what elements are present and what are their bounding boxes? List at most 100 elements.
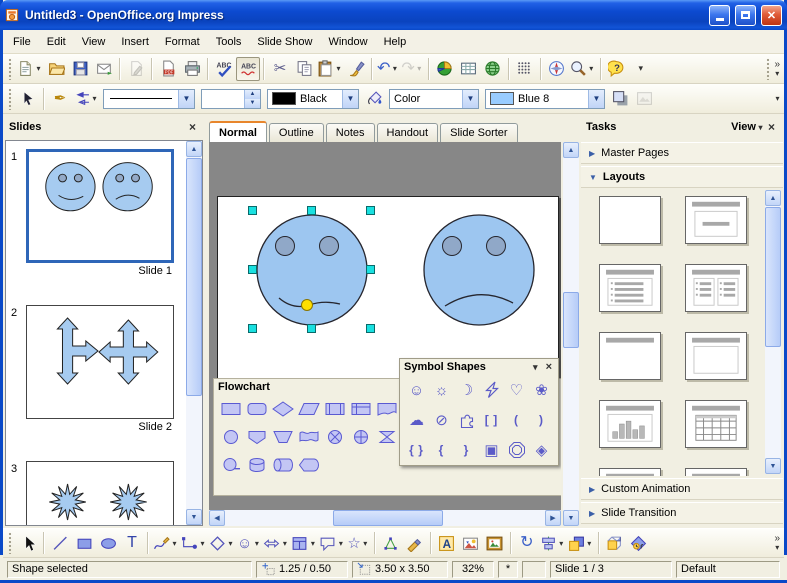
block-arrows-button[interactable]: ▾ bbox=[262, 531, 290, 555]
insert-table-button[interactable] bbox=[457, 57, 481, 81]
flower-shape-button[interactable]: ❀ bbox=[529, 376, 554, 404]
sun-shape-button[interactable]: ☼ bbox=[429, 376, 454, 404]
scroll-thumb[interactable] bbox=[765, 207, 781, 347]
internal-storage-shape-button[interactable] bbox=[348, 396, 374, 422]
scroll-up-button[interactable]: ▲ bbox=[765, 190, 781, 206]
connector-shape-button[interactable] bbox=[218, 424, 244, 450]
send-email-button[interactable] bbox=[92, 57, 116, 81]
scroll-down-button[interactable]: ▼ bbox=[765, 458, 781, 474]
chevron-down-icon[interactable]: ▾ bbox=[198, 539, 207, 548]
menu-file[interactable]: File bbox=[5, 33, 39, 51]
print-button[interactable] bbox=[180, 57, 204, 81]
magnetic-disk-shape-button[interactable] bbox=[244, 452, 270, 478]
spin-down-icon[interactable]: ▼ bbox=[245, 99, 260, 108]
scroll-thumb[interactable] bbox=[563, 292, 579, 348]
off-page-connector-shape-button[interactable] bbox=[244, 424, 270, 450]
toolbar-options-icon[interactable]: ▾ bbox=[773, 94, 782, 103]
layout-title-table[interactable] bbox=[685, 400, 747, 448]
fill-type-combo[interactable]: Color ▼ bbox=[389, 89, 479, 109]
interaction-button[interactable] bbox=[627, 531, 651, 555]
layouts-scrollbar[interactable]: ▲ ▼ bbox=[765, 190, 781, 474]
manual-operation-shape-button[interactable] bbox=[270, 424, 296, 450]
slides-scrollbar[interactable]: ▲ ▼ bbox=[186, 141, 202, 525]
layout-blank[interactable] bbox=[599, 196, 661, 244]
canvas-hscrollbar[interactable]: ◀ ▶ bbox=[209, 510, 561, 526]
chevron-down-icon[interactable]: ▾ bbox=[585, 539, 594, 548]
auto-spellcheck-button[interactable]: ABC bbox=[236, 57, 260, 81]
line-color-combo[interactable]: Black ▼ bbox=[267, 89, 359, 109]
insert-chart-button[interactable] bbox=[433, 57, 457, 81]
smiley-face-shape-button[interactable]: ☺ bbox=[404, 376, 429, 404]
chevron-down-icon[interactable]: ▾ bbox=[252, 539, 261, 548]
tab-notes[interactable]: Notes bbox=[326, 123, 375, 142]
toolbar-grip[interactable] bbox=[8, 88, 13, 110]
square-bevel-shape-button[interactable]: ▣ bbox=[479, 436, 504, 464]
spin-up-icon[interactable]: ▲ bbox=[245, 90, 260, 99]
chevron-down-icon[interactable]: ▾ bbox=[415, 64, 424, 73]
basic-shapes-button[interactable]: ▾ bbox=[208, 531, 236, 555]
menu-view[interactable]: View bbox=[74, 33, 114, 51]
selection-handle[interactable] bbox=[307, 206, 316, 215]
chevron-down-icon[interactable]: ▾ bbox=[280, 539, 289, 548]
or-shape-button[interactable] bbox=[348, 424, 374, 450]
chevron-down-icon[interactable]: ▾ bbox=[226, 539, 235, 548]
section-slide-transition[interactable]: ▶ Slide Transition bbox=[581, 502, 783, 524]
palette-menu-icon[interactable]: ▾ bbox=[531, 362, 540, 373]
cut-button[interactable]: ✂ bbox=[268, 57, 292, 81]
rotate-button[interactable]: ↻ bbox=[515, 531, 539, 555]
format-paintbrush-button[interactable] bbox=[344, 57, 368, 81]
new-document-button[interactable]: ▾ bbox=[16, 57, 44, 81]
moon-shape-button[interactable]: ☽ bbox=[454, 376, 479, 404]
flowchart-button[interactable]: ▾ bbox=[290, 531, 318, 555]
scroll-left-button[interactable]: ◀ bbox=[209, 510, 225, 526]
from-file-button[interactable] bbox=[459, 531, 483, 555]
tab-normal[interactable]: Normal bbox=[209, 121, 267, 142]
connector-button[interactable]: ▾ bbox=[180, 531, 208, 555]
menu-format[interactable]: Format bbox=[157, 33, 208, 51]
layout-title-only[interactable] bbox=[599, 332, 661, 380]
octagon-bevel-shape-button[interactable] bbox=[504, 436, 529, 464]
status-zoom[interactable]: 32% bbox=[452, 561, 494, 578]
selection-handle[interactable] bbox=[248, 265, 257, 274]
fontwork-gallery-button[interactable]: A bbox=[435, 531, 459, 555]
close-panel-icon[interactable]: × bbox=[765, 120, 778, 134]
layout-title-content[interactable] bbox=[599, 468, 661, 476]
canvas-vscrollbar[interactable]: ▲ ▼ bbox=[563, 142, 579, 526]
fill-button[interactable] bbox=[362, 87, 386, 111]
zoom-button[interactable]: ▾ bbox=[569, 57, 597, 81]
sequential-access-shape-button[interactable] bbox=[218, 452, 244, 478]
layout-title-chart[interactable] bbox=[599, 400, 661, 448]
selection-handle[interactable] bbox=[366, 324, 375, 333]
line-style-combo[interactable]: ▼ bbox=[103, 89, 195, 109]
spinner-buttons[interactable]: ▲▼ bbox=[244, 90, 260, 108]
text-button[interactable]: T bbox=[120, 531, 144, 555]
toolbar-options-button[interactable]: ▾ bbox=[629, 57, 653, 81]
copy-button[interactable] bbox=[292, 57, 316, 81]
line-button[interactable] bbox=[48, 531, 72, 555]
stars-button[interactable]: ☆▾ bbox=[346, 531, 370, 555]
selection-handle[interactable] bbox=[366, 206, 375, 215]
slide-preview[interactable] bbox=[26, 305, 174, 419]
symbol-shapes-button[interactable]: ☺▾ bbox=[236, 531, 262, 555]
diamond-bevel-shape-button[interactable]: ◈ bbox=[529, 436, 554, 464]
right-brace-shape-button[interactable]: } bbox=[454, 436, 479, 464]
punched-tape-shape-button[interactable] bbox=[296, 424, 322, 450]
layout-title-content[interactable] bbox=[599, 264, 661, 312]
fill-color-combo[interactable]: Blue 8 ▼ bbox=[485, 89, 605, 109]
curve-button[interactable]: ▾ bbox=[152, 531, 180, 555]
view-menu-button[interactable]: View bbox=[731, 121, 756, 133]
arrange-button[interactable]: ▾ bbox=[567, 531, 595, 555]
chevron-down-icon[interactable]: ▼ bbox=[462, 90, 478, 108]
predefined-process-shape-button[interactable] bbox=[322, 396, 348, 422]
select-button[interactable] bbox=[16, 531, 40, 555]
alignment-button[interactable]: ▾ bbox=[539, 531, 567, 555]
layout-title-content[interactable] bbox=[685, 468, 747, 476]
chevron-down-icon[interactable]: ▾ bbox=[756, 123, 765, 132]
minimize-button[interactable] bbox=[709, 5, 730, 26]
selection-handle[interactable] bbox=[366, 265, 375, 274]
summing-junction-shape-button[interactable] bbox=[322, 424, 348, 450]
menu-window[interactable]: Window bbox=[320, 33, 375, 51]
collate-shape-button[interactable] bbox=[374, 424, 400, 450]
scroll-thumb[interactable] bbox=[333, 510, 443, 526]
section-master-pages[interactable]: ▶ Master Pages bbox=[581, 142, 783, 164]
